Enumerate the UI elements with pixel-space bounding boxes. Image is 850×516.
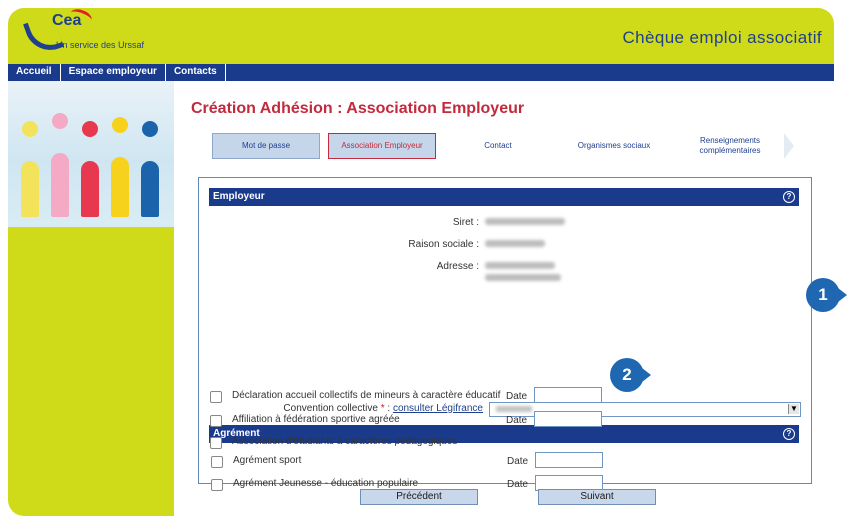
nav-espace-employeur[interactable]: Espace employeur <box>61 64 166 81</box>
annotation-marker-2: 2 <box>610 358 651 392</box>
declaration-accueil-label: Déclaration accueil collectifs de mineur… <box>232 390 501 401</box>
affiliation-federation-date-input[interactable] <box>534 411 602 427</box>
agrement-extra-rows: Déclaration accueil collectifs de mineur… <box>198 0 798 516</box>
declaration-accueil-date-input[interactable] <box>534 387 602 403</box>
logo-subtext: Un service des Urssaf <box>56 40 145 50</box>
date-label: Date <box>506 391 528 402</box>
affiliation-federation-label: Affiliation à fédération sportive agréée <box>232 414 400 425</box>
nav-accueil[interactable]: Accueil <box>8 64 61 81</box>
date-label: Date <box>506 415 528 426</box>
association-etudiants-label: Association d'étudiants à caractères péd… <box>232 436 458 447</box>
logo-text[interactable]: Cea <box>52 12 81 30</box>
annotation-marker-1: 1 <box>806 278 847 312</box>
sidebar <box>8 81 174 516</box>
association-etudiants-checkbox[interactable] <box>210 437 222 449</box>
people-illustration <box>8 81 174 227</box>
declaration-accueil-checkbox[interactable] <box>210 391 222 403</box>
affiliation-federation-checkbox[interactable] <box>210 415 222 427</box>
